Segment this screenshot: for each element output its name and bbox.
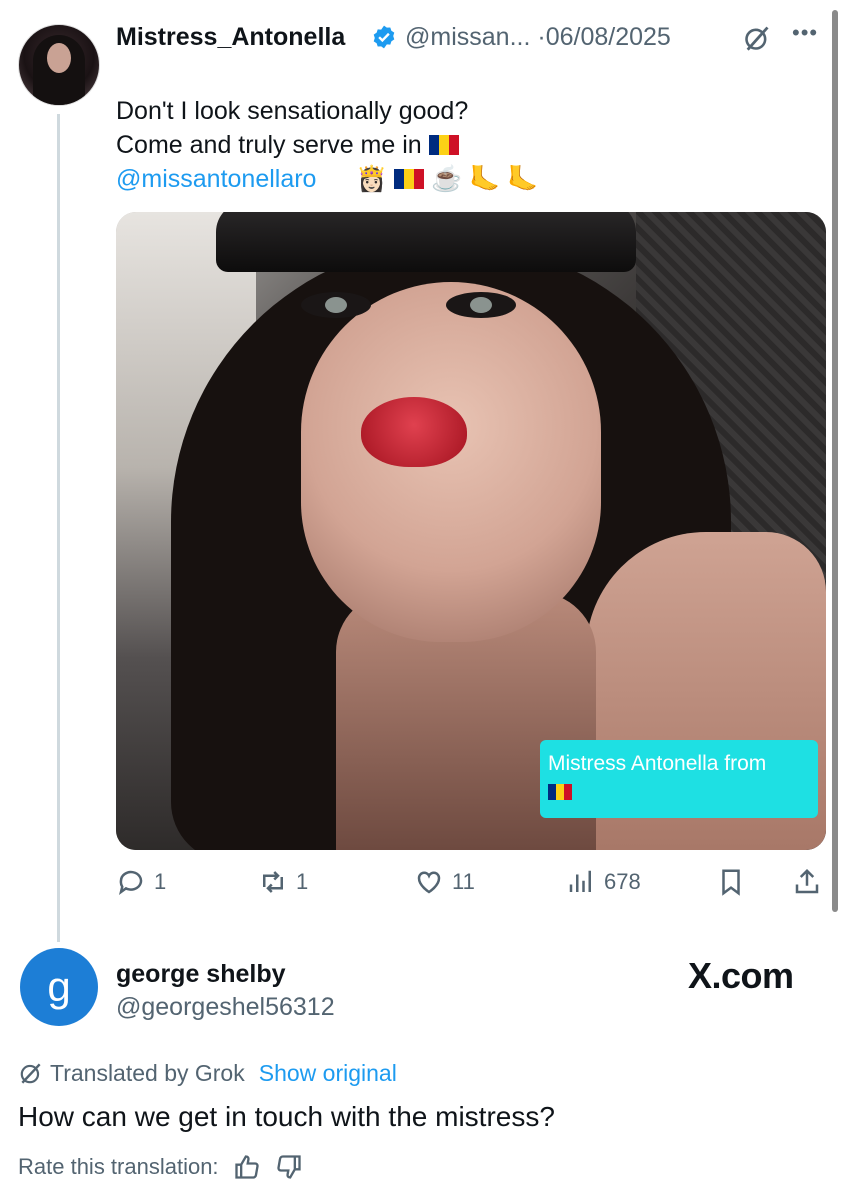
post-body: Don't I look sensationally good? Come an… <box>116 97 469 159</box>
post-text: Don't I look sensationally good? Come an… <box>116 60 468 162</box>
bookmark-icon <box>722 869 740 896</box>
rate-translation-row: Rate this translation: <box>18 1150 303 1184</box>
flag-romania-icon <box>428 135 459 155</box>
thumbs-down-icon[interactable] <box>275 1153 303 1181</box>
foot-emoji: 🦶 <box>507 165 539 193</box>
share-button[interactable] <box>792 862 822 902</box>
like-count: 11 <box>452 869 475 894</box>
repost-icon <box>263 871 283 893</box>
author-name[interactable]: Mistress_Antonella <box>116 22 345 52</box>
emoji-row: 👸🏻 ☕ 🦶 🦶 <box>356 162 538 196</box>
bookmark-button[interactable] <box>716 862 746 902</box>
author-avatar[interactable] <box>18 24 100 106</box>
thread-line <box>57 114 60 942</box>
verified-badge-icon <box>373 25 395 49</box>
grok-icon <box>20 1063 41 1084</box>
reply-avatar[interactable]: g <box>20 948 98 1026</box>
views-icon <box>569 870 591 892</box>
repost-count: 1 <box>296 869 309 894</box>
views-button[interactable]: 678 <box>566 862 641 902</box>
flag-romania-icon <box>394 169 425 189</box>
post-date[interactable]: 06/08/2025 <box>546 23 671 51</box>
rate-translation-label: Rate this translation: <box>18 1154 219 1179</box>
reply-count: 1 <box>154 869 167 894</box>
mention-link[interactable]: @missantonellaro <box>116 162 316 196</box>
image-overlay-label: Mistress Antonella from <box>540 740 818 818</box>
scrollbar[interactable] <box>832 10 838 912</box>
princess-emoji: 👸🏻 <box>356 165 388 193</box>
thumbs-up-icon[interactable] <box>233 1153 261 1181</box>
foot-emoji: 🦶 <box>469 165 501 193</box>
show-original-link[interactable]: Show original <box>259 1060 397 1087</box>
flag-romania-icon <box>548 784 572 800</box>
reply-icon <box>119 870 143 895</box>
reply-text: How can we get in touch with the mistres… <box>18 1101 555 1132</box>
translated-by-label: Translated by Grok <box>50 1059 245 1086</box>
repost-button[interactable]: 1 <box>258 862 308 902</box>
like-button[interactable]: 11 <box>414 862 475 902</box>
date-separator: · <box>537 23 546 51</box>
action-bar: 1 1 11 678 <box>116 862 826 902</box>
views-count: 678 <box>604 869 641 894</box>
post-image[interactable]: Mistress Antonella from <box>116 212 826 850</box>
more-icon[interactable]: ••• <box>792 20 818 46</box>
xcom-watermark: X.com <box>688 955 794 996</box>
like-icon <box>417 871 441 894</box>
coffee-emoji: ☕ <box>431 165 463 193</box>
grok-icon[interactable] <box>743 24 771 52</box>
translation-row: Translated by Grok Show original <box>18 1056 397 1090</box>
share-icon <box>795 868 819 894</box>
reply-author-name[interactable]: george shelby <box>116 958 286 990</box>
image-overlay-text: Mistress Antonella from <box>548 752 767 775</box>
author-handle[interactable]: @missan... <box>405 23 530 51</box>
reply-author-handle[interactable]: @georgeshel56312 <box>116 991 335 1023</box>
reply-button[interactable]: 1 <box>116 862 166 902</box>
author-handle-and-date: @missan... ·06/08/2025 <box>405 22 671 52</box>
